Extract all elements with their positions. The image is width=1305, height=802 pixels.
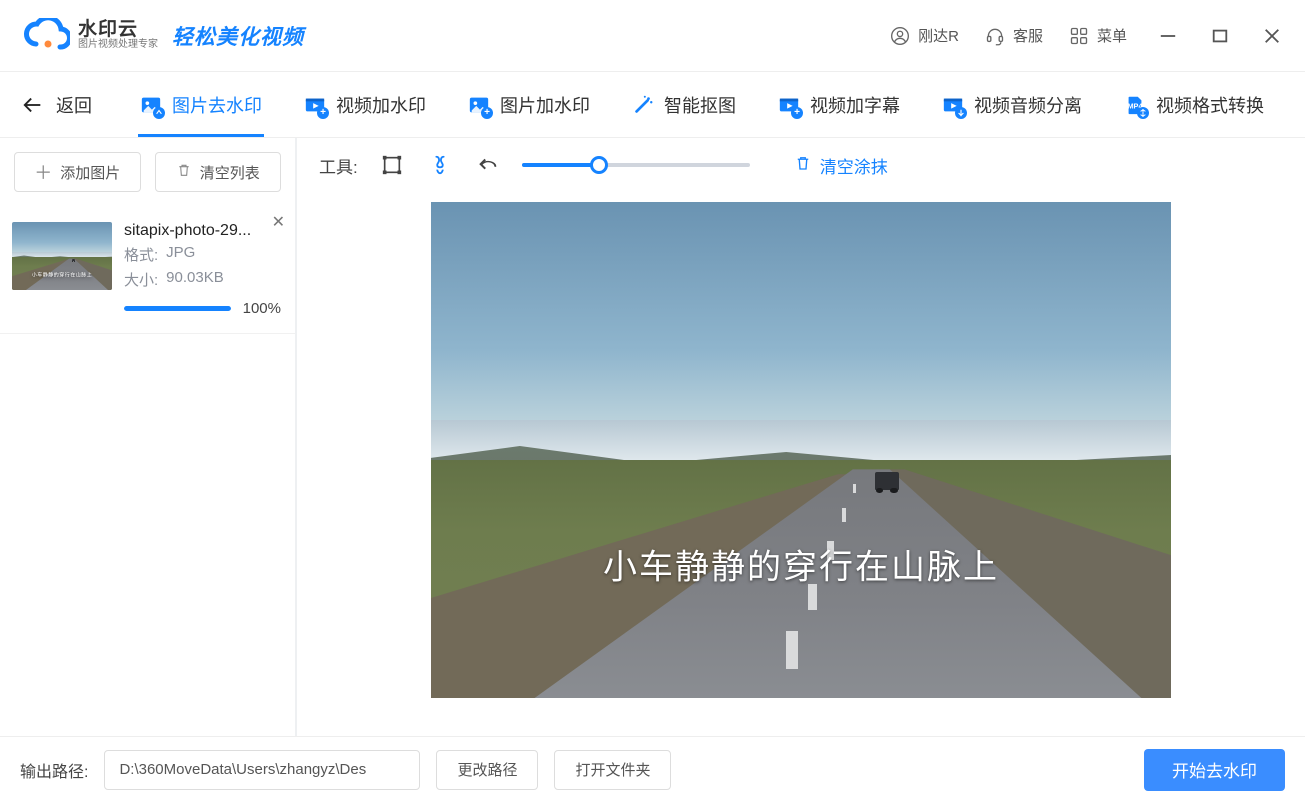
- file-format-value: JPG: [166, 244, 195, 265]
- video-icon: +: [778, 94, 800, 116]
- open-folder-button[interactable]: 打开文件夹: [554, 750, 671, 790]
- app-window: 水印云 图片视频处理专家 轻松美化视频 刚达R 客服 菜单: [0, 0, 1305, 802]
- menu-label: 菜单: [1097, 25, 1127, 46]
- toolbar-label: 工具:: [319, 153, 358, 178]
- brand-name: 水印云: [78, 20, 158, 40]
- tab-label: 视频音频分离: [974, 92, 1082, 118]
- tabbar: 返回 图片去水印 + 视频加水印 +: [0, 72, 1305, 138]
- output-path-label: 输出路径:: [20, 758, 88, 782]
- toolbar: 工具: 清空涂抹: [297, 138, 1305, 192]
- open-folder-label: 打开文件夹: [575, 759, 650, 780]
- tab-video-add-watermark[interactable]: + 视频加水印: [302, 74, 428, 136]
- window-maximize-button[interactable]: [1209, 25, 1231, 47]
- tabs-container: 图片去水印 + 视频加水印 + 图片加水印 智能抠图: [138, 74, 1266, 136]
- change-path-label: 更改路径: [457, 759, 517, 780]
- tab-image-add-watermark[interactable]: + 图片加水印: [466, 74, 592, 136]
- arrow-left-icon: [22, 94, 44, 116]
- brush-tool[interactable]: [426, 151, 454, 179]
- watermark-text: 小车静静的穿行在山脉上: [603, 540, 999, 589]
- menu-button[interactable]: 菜单: [1069, 25, 1127, 46]
- cloud-logo-icon: [22, 18, 70, 54]
- footer: 输出路径: 更改路径 打开文件夹 开始去水印: [0, 736, 1305, 802]
- clear-list-label: 清空列表: [200, 162, 260, 183]
- plus-icon: ＋: [34, 159, 52, 185]
- tab-label: 视频格式转换: [1156, 92, 1264, 118]
- add-image-label: 添加图片: [60, 162, 120, 183]
- file-icon: MP4: [1124, 94, 1146, 116]
- clear-paint-button[interactable]: 清空涂抹: [794, 153, 888, 178]
- headset-icon: [985, 26, 1005, 46]
- main-panel: 工具: 清空涂抹: [297, 138, 1305, 736]
- body: ＋ 添加图片 清空列表 小车静静的穿行: [0, 138, 1305, 736]
- video-icon: +: [304, 94, 326, 116]
- start-button-label: 开始去水印: [1172, 762, 1257, 781]
- file-remove-button[interactable]: ✕: [272, 212, 285, 232]
- clear-list-button[interactable]: 清空列表: [155, 152, 282, 192]
- tab-label: 视频加水印: [336, 92, 426, 118]
- file-progress-pct: 100%: [243, 300, 281, 317]
- tab-image-remove-watermark[interactable]: 图片去水印: [138, 74, 264, 136]
- sidebar: ＋ 添加图片 清空列表 小车静静的穿行: [0, 138, 297, 736]
- brand-slogan: 轻松美化视频: [172, 21, 304, 51]
- window-minimize-button[interactable]: [1157, 25, 1179, 47]
- back-button[interactable]: 返回: [22, 92, 92, 118]
- file-size-label: 大小:: [124, 269, 158, 290]
- change-path-button[interactable]: 更改路径: [436, 750, 538, 790]
- user-name: 刚达R: [918, 25, 959, 46]
- file-format-label: 格式:: [124, 244, 158, 265]
- tab-smart-cutout[interactable]: 智能抠图: [630, 74, 738, 136]
- output-path-field[interactable]: [104, 750, 420, 790]
- image-icon: [140, 94, 162, 116]
- tab-label: 智能抠图: [664, 92, 736, 118]
- file-progress-bar: [124, 306, 231, 311]
- app-logo: 水印云 图片视频处理专家: [22, 18, 158, 54]
- video-icon: [942, 94, 964, 116]
- user-icon: [890, 26, 910, 46]
- tab-video-format-convert[interactable]: MP4 视频格式转换: [1122, 74, 1266, 136]
- tab-video-add-subtitle[interactable]: + 视频加字幕: [776, 74, 902, 136]
- tab-label: 图片去水印: [172, 92, 262, 118]
- image-icon: +: [468, 94, 490, 116]
- image-canvas[interactable]: 小车静静的穿行在山脉上: [431, 202, 1171, 698]
- file-size-value: 90.03KB: [166, 269, 224, 290]
- support-button[interactable]: 客服: [985, 25, 1043, 46]
- add-image-button[interactable]: ＋ 添加图片: [14, 152, 141, 192]
- window-close-button[interactable]: [1261, 25, 1283, 47]
- start-remove-watermark-button[interactable]: 开始去水印: [1144, 749, 1285, 791]
- file-thumbnail: 小车静静的穿行在山脉上: [12, 222, 112, 290]
- tab-label: 视频加字幕: [810, 92, 900, 118]
- trash-icon: [176, 162, 192, 182]
- output-path-input[interactable]: [117, 760, 407, 779]
- trash-icon: [794, 154, 812, 177]
- back-label: 返回: [56, 92, 92, 118]
- file-item[interactable]: 小车静静的穿行在山脉上 sitapix-photo-29... 格式: JPG …: [0, 206, 295, 334]
- user-account-button[interactable]: 刚达R: [890, 25, 959, 46]
- grid-menu-icon: [1069, 26, 1089, 46]
- titlebar: 水印云 图片视频处理专家 轻松美化视频 刚达R 客服 菜单: [0, 0, 1305, 72]
- undo-button[interactable]: [474, 151, 502, 179]
- brand-subtitle: 图片视频处理专家: [78, 40, 158, 51]
- file-name: sitapix-photo-29...: [124, 222, 281, 240]
- rectangle-select-tool[interactable]: [378, 151, 406, 179]
- tab-video-audio-split[interactable]: 视频音频分离: [940, 74, 1084, 136]
- support-label: 客服: [1013, 25, 1043, 46]
- brush-size-slider[interactable]: [522, 155, 750, 175]
- tab-label: 图片加水印: [500, 92, 590, 118]
- clear-paint-label: 清空涂抹: [820, 153, 888, 178]
- magic-wand-icon: [632, 94, 654, 116]
